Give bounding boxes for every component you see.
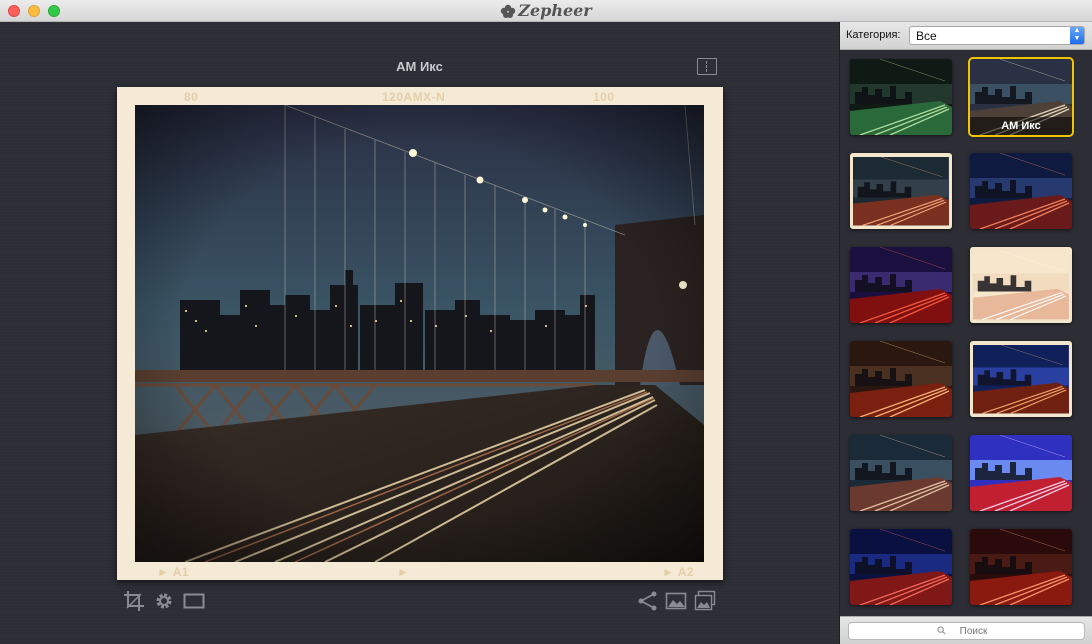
frame-label-bottom-left: ► A1 [157,565,190,579]
frame-label-top-left: 80 [184,90,199,104]
filter-thumbnail[interactable] [850,247,952,323]
filter-thumbnail[interactable] [970,153,1072,229]
border-frame-icon[interactable] [183,590,205,612]
filter-thumbnail[interactable] [970,435,1072,511]
chevron-updown-icon: ▲ ▼ [1070,27,1084,44]
filter-thumbnail[interactable]: АМ Икс [968,57,1074,137]
frame-label-bottom-right: ► A2 [662,565,695,579]
image-icon[interactable] [665,590,687,612]
frame-label-a2: A2 [677,565,695,579]
app-title: Zepheer [0,1,1092,22]
images-stack-icon[interactable] [694,590,716,612]
category-value: Все [916,29,937,43]
thumbnail-image [850,153,952,229]
selected-filter-label: АМ Икс [970,117,1072,135]
thumbnail-image [850,341,952,417]
flower-logo-icon [500,3,516,22]
photo-frame: 80 120AMX-N 100 ► A1 ► ► A2 [117,87,723,580]
thumbnail-image [970,247,1072,323]
filter-thumbnail[interactable] [850,59,952,135]
app-window: Zepheer АМ Икс 80 120AMX-N 100 ► A1 ► ► … [0,0,1092,644]
frame-label-top-right: 100 [593,90,615,104]
filter-thumbnail[interactable] [970,529,1072,605]
filter-thumbnail[interactable] [970,247,1072,323]
crop-icon[interactable] [123,590,145,612]
thumbnail-image [970,341,1072,417]
category-bar: Категория: Все ▲ ▼ [840,22,1092,50]
filter-sidebar: Категория: Все ▲ ▼ АМ Икс [839,22,1092,644]
frame-arrow-center: ► [397,565,410,579]
compare-split-button[interactable] [697,58,717,75]
app-title-text: Zepheer [518,1,592,20]
search-icon [937,626,946,635]
category-select[interactable]: Все ▲ ▼ [909,26,1085,45]
thumbnail-image [850,529,952,605]
thumbnail-image [970,153,1072,229]
category-label: Категория: [846,29,901,41]
share-icon[interactable] [637,590,659,612]
thumbnail-image [970,435,1072,511]
thumbnail-image [850,59,952,135]
title-bar: Zepheer [0,0,1092,22]
filter-thumbnail[interactable] [850,529,952,605]
search-input[interactable] [848,622,1085,640]
filter-thumbnail[interactable] [970,341,1072,417]
filter-thumbnail[interactable] [850,435,952,511]
search-bar [840,616,1092,644]
frame-label-a1: A1 [172,565,190,579]
filter-thumbnail[interactable] [850,153,952,229]
preview-area: АМ Икс 80 120AMX-N 100 ► A1 ► ► A2 [0,22,839,644]
bridge-night-photo [135,105,704,562]
preview-photo[interactable] [135,105,704,562]
thumbnail-image [850,247,952,323]
frame-label-top-center: 120AMX-N [382,90,446,104]
thumbnail-image [850,435,952,511]
gear-icon[interactable] [153,590,175,612]
filter-thumbnail[interactable] [850,341,952,417]
thumbnail-image [970,529,1072,605]
